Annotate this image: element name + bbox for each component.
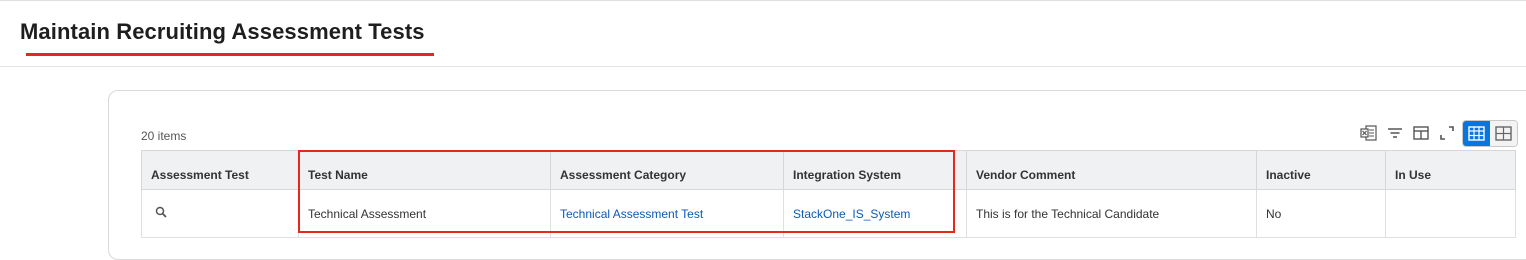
top-border — [0, 0, 1526, 1]
assessment-category-link[interactable]: Technical Assessment Test — [560, 207, 703, 221]
cell-test-name: Technical Assessment — [298, 189, 551, 238]
title-annotation-underline — [26, 53, 434, 56]
table-view-icon[interactable] — [1463, 120, 1490, 146]
column-header-integration-system[interactable]: Integration System — [783, 150, 967, 190]
column-chooser-icon[interactable] — [1408, 120, 1434, 146]
table-header-row: Assessment Test Test Name Assessment Cat… — [141, 150, 1516, 190]
column-header-test-name[interactable]: Test Name — [298, 150, 551, 190]
view-toggle — [1462, 119, 1518, 147]
cell-integration-system: StackOne_IS_System — [783, 189, 967, 238]
cell-inactive: No — [1256, 189, 1386, 238]
export-excel-icon[interactable] — [1356, 120, 1382, 146]
page-title: Maintain Recruiting Assessment Tests — [20, 19, 425, 44]
fullscreen-icon[interactable] — [1434, 120, 1460, 146]
assessment-tests-table: Assessment Test Test Name Assessment Cat… — [141, 150, 1516, 238]
cell-assessment-category: Technical Assessment Test — [550, 189, 784, 238]
column-header-inactive[interactable]: Inactive — [1256, 150, 1386, 190]
grid-view-icon[interactable] — [1490, 120, 1517, 146]
column-header-assessment-test[interactable]: Assessment Test — [141, 150, 299, 190]
column-header-in-use[interactable]: In Use — [1385, 150, 1516, 190]
column-header-assessment-category[interactable]: Assessment Category — [550, 150, 784, 190]
filter-icon[interactable] — [1382, 120, 1408, 146]
integration-system-link[interactable]: StackOne_IS_System — [793, 207, 910, 221]
grid-toolbar — [1356, 119, 1518, 147]
cell-in-use — [1385, 189, 1516, 238]
item-count: 20 items — [141, 129, 187, 143]
table-row: Technical Assessment Technical Assessmen… — [141, 189, 1516, 238]
cell-assessment-test[interactable] — [141, 189, 299, 238]
search-icon[interactable] — [155, 206, 167, 218]
header-divider — [0, 66, 1526, 67]
cell-vendor-comment: This is for the Technical Candidate — [966, 189, 1257, 238]
column-header-vendor-comment[interactable]: Vendor Comment — [966, 150, 1257, 190]
